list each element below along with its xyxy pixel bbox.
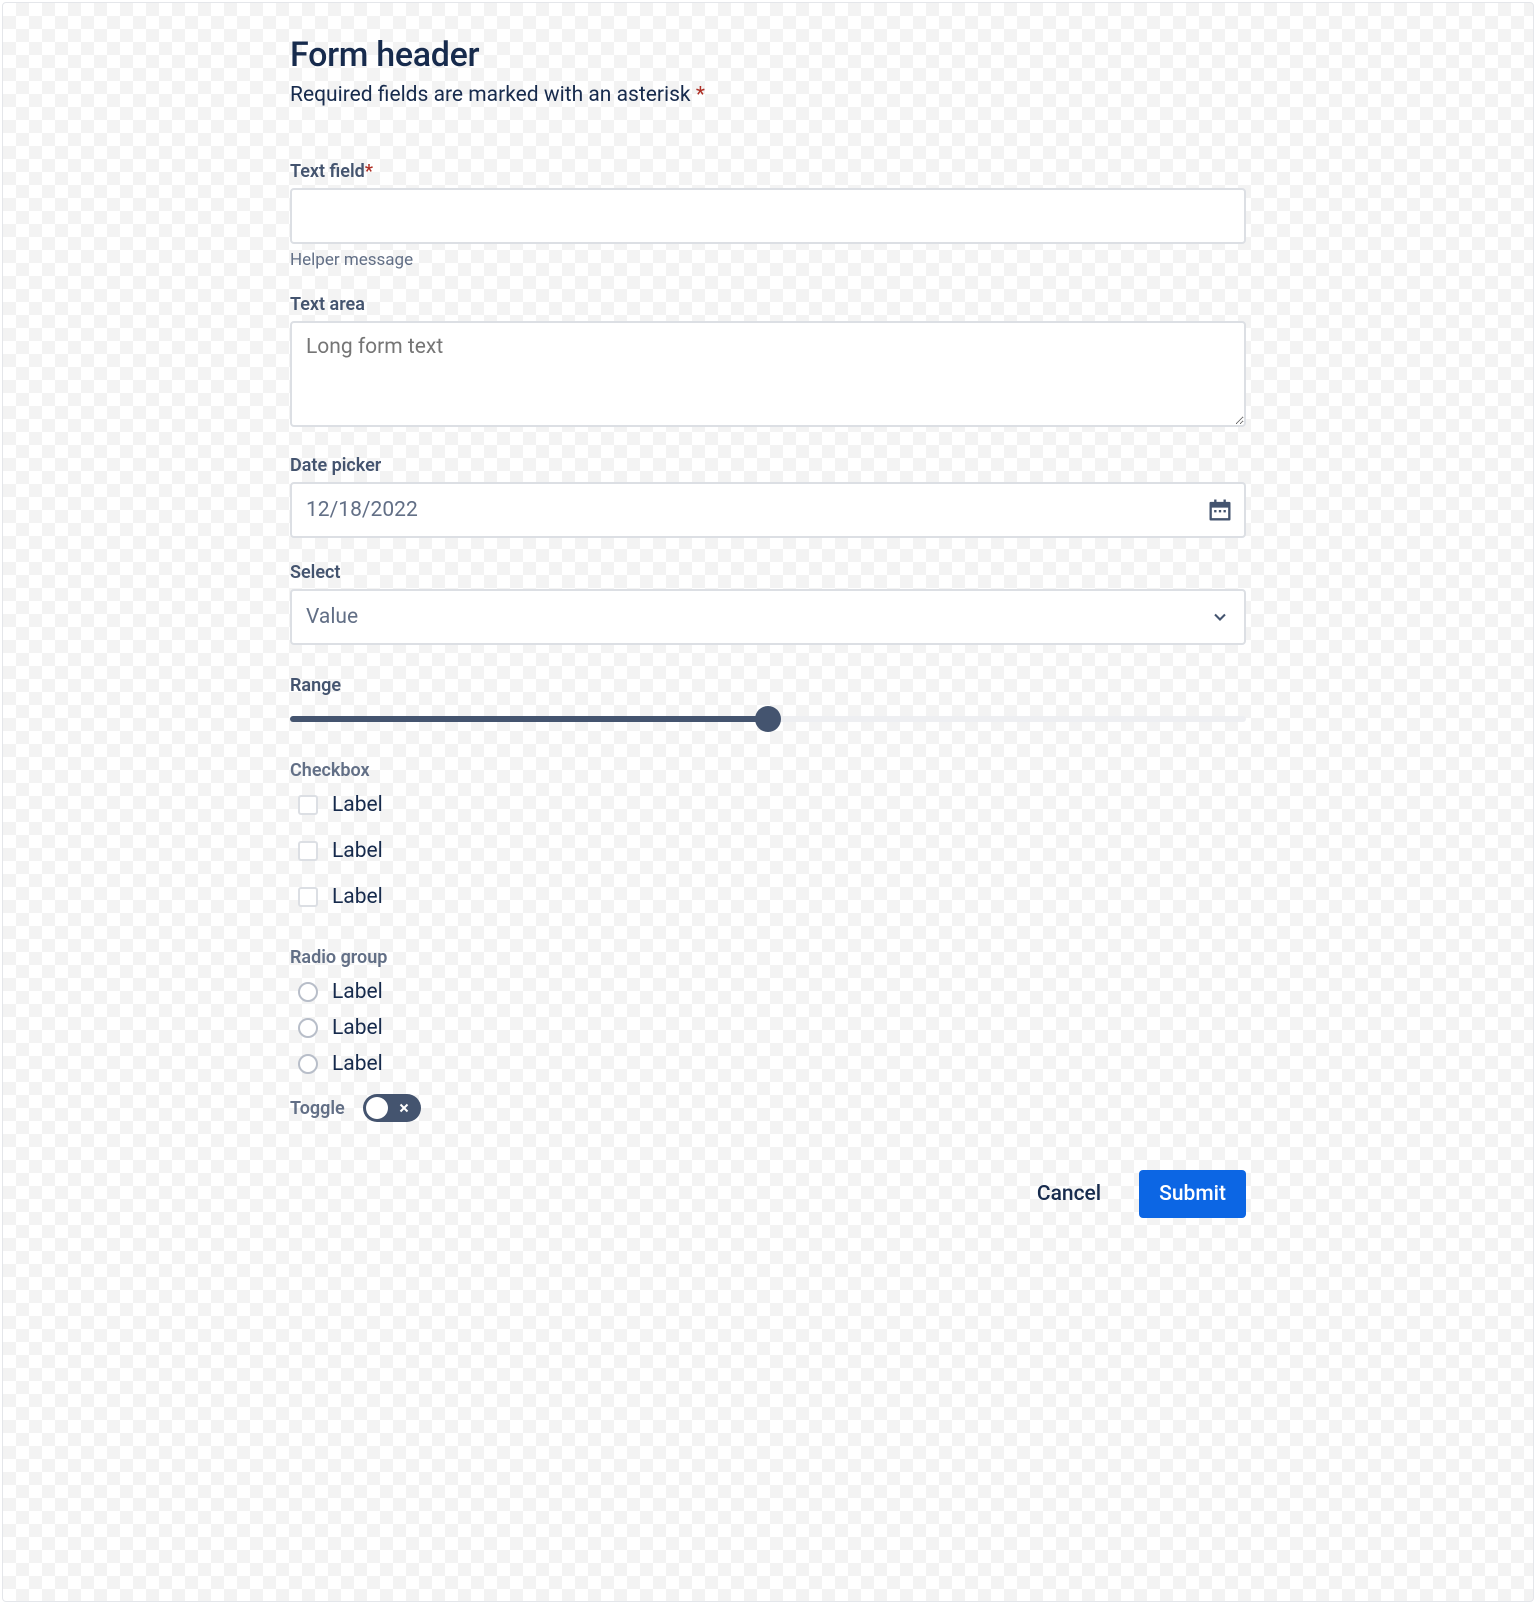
datepicker-group: Date picker (290, 455, 1246, 538)
radio-group: Radio group Label Label Label (290, 947, 1246, 1076)
required-note-text: Required fields are marked with an aster… (290, 83, 691, 107)
checkbox-option[interactable]: Label (290, 885, 1246, 909)
textarea-group: Text area (290, 294, 1246, 431)
checkbox-label: Label (332, 793, 383, 817)
form-footer: Cancel Submit (290, 1170, 1246, 1218)
checkbox-group-label: Checkbox (290, 760, 1246, 781)
radio-label: Label (332, 1052, 383, 1076)
submit-button[interactable]: Submit (1139, 1170, 1246, 1218)
select-label: Select (290, 562, 1246, 583)
radio-label: Label (332, 980, 383, 1004)
range-fill (290, 716, 768, 722)
select-input[interactable]: Value (290, 589, 1246, 645)
text-field-label-text: Text field (290, 161, 365, 182)
checkbox-label: Label (332, 839, 383, 863)
toggle-switch[interactable] (363, 1094, 421, 1122)
calendar-icon[interactable] (1206, 496, 1234, 524)
form-container: Form header Required fields are marked w… (290, 35, 1246, 1218)
radio-label: Label (332, 1016, 383, 1040)
range-group: Range (290, 669, 1246, 722)
radio-icon[interactable] (298, 1018, 318, 1038)
radio-icon[interactable] (298, 1054, 318, 1074)
close-icon (398, 1102, 410, 1114)
radio-icon[interactable] (298, 982, 318, 1002)
select-group: Select Value (290, 562, 1246, 645)
textarea-label: Text area (290, 294, 1246, 315)
checkbox-icon[interactable] (298, 795, 318, 815)
text-field-label: Text field* (290, 161, 1246, 182)
required-note: Required fields are marked with an aster… (290, 83, 1246, 107)
radio-option[interactable]: Label (290, 1052, 1246, 1076)
toggle-knob (366, 1097, 388, 1119)
textarea-input[interactable] (290, 321, 1246, 427)
range-thumb[interactable] (755, 706, 781, 732)
checkbox-option[interactable]: Label (290, 839, 1246, 863)
checkbox-icon[interactable] (298, 841, 318, 861)
checkbox-icon[interactable] (298, 887, 318, 907)
checkbox-label: Label (332, 885, 383, 909)
text-field-input[interactable] (290, 188, 1246, 244)
datepicker-label: Date picker (290, 455, 1246, 476)
text-field-group: Text field* Helper message (290, 161, 1246, 270)
radio-option[interactable]: Label (290, 980, 1246, 1004)
toggle-group: Toggle (290, 1094, 1246, 1122)
toggle-label: Toggle (290, 1098, 345, 1119)
range-slider[interactable] (290, 716, 1246, 722)
text-field-helper: Helper message (290, 250, 1246, 270)
datepicker-input[interactable] (290, 482, 1246, 538)
form-header: Form header (290, 35, 1246, 75)
checkbox-option[interactable]: Label (290, 793, 1246, 817)
range-label: Range (290, 675, 1246, 696)
select-value: Value (306, 605, 358, 629)
radio-group-label: Radio group (290, 947, 1246, 968)
checkbox-group: Checkbox Label Label Label (290, 760, 1246, 909)
cancel-button[interactable]: Cancel (1017, 1170, 1121, 1218)
chevron-down-icon (1210, 607, 1230, 627)
required-mark-icon: * (365, 161, 373, 182)
radio-option[interactable]: Label (290, 1016, 1246, 1040)
required-asterisk-icon: * (696, 83, 705, 107)
